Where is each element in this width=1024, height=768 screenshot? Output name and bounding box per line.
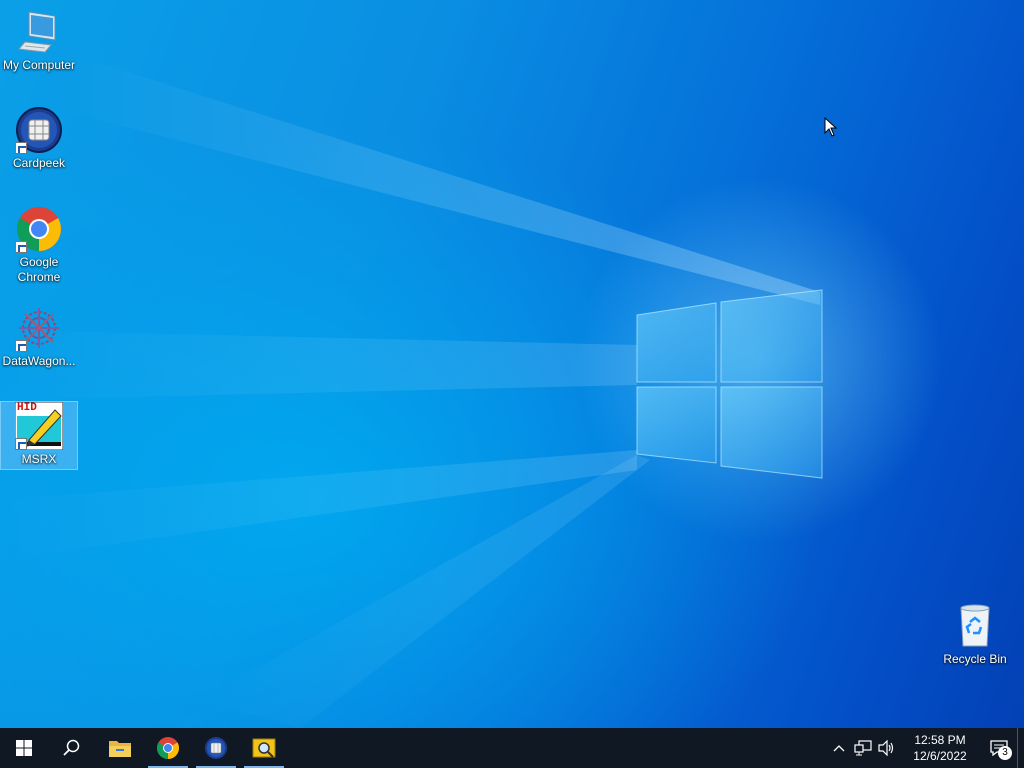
- notification-count-badge: 3: [998, 746, 1012, 760]
- action-center-button[interactable]: 3: [981, 728, 1017, 768]
- start-icon: [16, 740, 32, 756]
- show-desktop-button[interactable]: [1017, 728, 1024, 768]
- network-button[interactable]: [851, 728, 875, 768]
- chevron-up-icon: [833, 745, 845, 752]
- cardpeek-icon: [15, 106, 63, 154]
- taskbar-msrx-search[interactable]: [240, 728, 288, 768]
- search-button[interactable]: [48, 728, 96, 768]
- network-icon: [854, 740, 872, 756]
- mouse-cursor-icon: [824, 117, 838, 137]
- taskbar: 12:58 PM 12/6/2022 3: [0, 728, 1024, 768]
- shortcut-arrow-icon: [15, 340, 27, 352]
- taskbar-file-explorer[interactable]: [96, 728, 144, 768]
- shortcut-arrow-icon: [15, 241, 27, 253]
- wallpaper-windows-logo: [0, 60, 823, 728]
- desktop-icon-msrx[interactable]: HID MSRX: [0, 401, 78, 470]
- desktop-icon-datawagon[interactable]: DataWagon...: [1, 304, 77, 369]
- computer-icon: [15, 8, 63, 56]
- search-icon: [63, 739, 80, 756]
- chrome-icon: [157, 737, 179, 759]
- desktop[interactable]: My Computer Cardpeek Google Chrome DataW…: [0, 0, 1024, 728]
- desktop-icon-label: Cardpeek: [12, 156, 66, 170]
- speaker-icon: [878, 740, 894, 756]
- desktop-icon-cardpeek[interactable]: Cardpeek: [1, 106, 77, 171]
- chrome-icon: [15, 205, 63, 253]
- start-button[interactable]: [0, 728, 48, 768]
- shortcut-arrow-icon: [15, 438, 27, 450]
- desktop-icon-label: DataWagon...: [2, 354, 76, 368]
- desktop-icon-my-computer[interactable]: My Computer: [1, 8, 77, 73]
- taskbar-chrome[interactable]: [144, 728, 192, 768]
- clock-time: 12:58 PM: [914, 733, 966, 747]
- show-hidden-icons-button[interactable]: [827, 728, 851, 768]
- msrx-icon: HID: [14, 401, 64, 451]
- datawagon-icon: [15, 304, 63, 352]
- desktop-icon-recycle-bin[interactable]: Recycle Bin: [937, 602, 1013, 667]
- file-explorer-icon: [109, 741, 131, 757]
- msrx-search-icon: [252, 738, 276, 758]
- desktop-icon-label: My Computer: [2, 58, 76, 72]
- recycle-bin-icon: [951, 602, 999, 650]
- desktop-icon-label: Google Chrome: [17, 255, 61, 284]
- msrx-hid-label: HID: [17, 402, 37, 414]
- clock-date: 12/6/2022: [913, 749, 967, 763]
- cardpeek-icon: [205, 737, 227, 759]
- taskbar-cardpeek[interactable]: [192, 728, 240, 768]
- system-tray: 12:58 PM 12/6/2022 3: [827, 728, 1024, 768]
- clock[interactable]: 12:58 PM 12/6/2022: [907, 732, 973, 764]
- shortcut-arrow-icon: [15, 142, 27, 154]
- volume-button[interactable]: [875, 728, 899, 768]
- desktop-icon-label: MSRX: [21, 452, 57, 466]
- desktop-icon-label: Recycle Bin: [943, 652, 1007, 666]
- desktop-icon-google-chrome[interactable]: Google Chrome: [1, 205, 77, 285]
